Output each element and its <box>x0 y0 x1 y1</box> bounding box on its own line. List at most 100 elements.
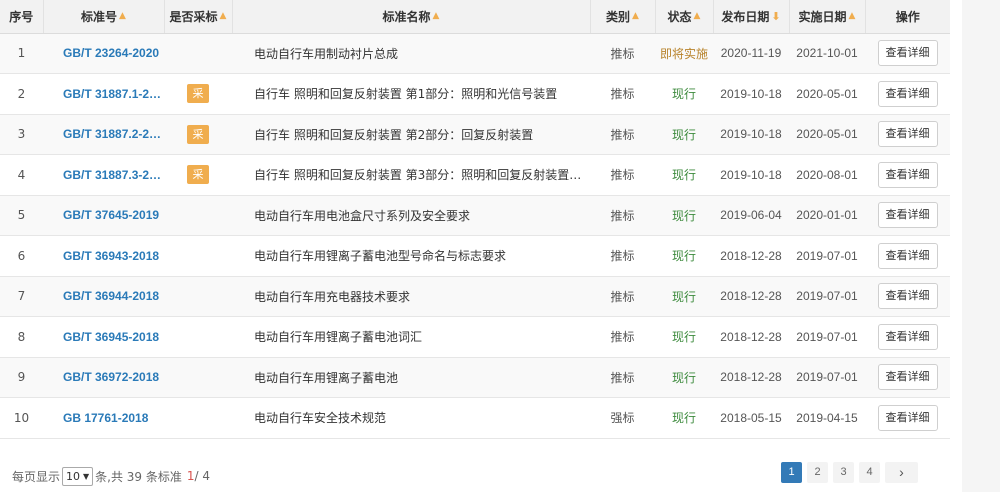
adopt-cell <box>164 317 232 358</box>
standard-code-link[interactable]: GB/T 36945-2018 <box>43 317 164 358</box>
standard-category: 推标 <box>610 168 635 183</box>
status-text: 现行 <box>671 127 696 142</box>
view-details-button[interactable]: 查看详细 <box>877 364 938 391</box>
view-details-button[interactable]: 查看详细 <box>877 40 938 67</box>
action-cell: 查看详细 <box>865 317 950 358</box>
column-header-publish_date[interactable]: 发布日期 ⬇ <box>713 0 790 34</box>
column-header-name[interactable]: 标准名称 ▲ <box>232 0 591 34</box>
effective-date: 2019-07-01 <box>796 370 858 385</box>
caret-down-icon: ▼ <box>83 471 90 481</box>
column-header-label: 标准名称 <box>382 9 431 24</box>
adopt-cell <box>164 33 232 74</box>
standard-code-link[interactable]: GB/T 31887.3-2019 <box>43 155 164 196</box>
action-cell: 查看详细 <box>865 114 950 155</box>
standards-table-container: 序号 标准号 ▲ 是否采标 ▲ 标准名称 ▲ 类别 ▲ 状态 ▲ 发布日期 ⬇ 实施日期 ▲ 操作 1 GB/T… <box>0 0 950 439</box>
view-details-button[interactable]: 查看详细 <box>877 121 938 148</box>
next-page-button[interactable]: › <box>885 462 918 483</box>
status-cell: 现行 <box>655 74 713 115</box>
adopt-badge: 采 <box>187 165 209 185</box>
standard-code-link[interactable]: GB/T 36943-2018 <box>43 236 164 277</box>
standard-category: 推标 <box>610 289 635 304</box>
standards-table: 序号 标准号 ▲ 是否采标 ▲ 标准名称 ▲ 类别 ▲ 状态 ▲ 发布日期 ⬇ 实施日期 ▲ 操作 1 GB/T… <box>0 0 950 439</box>
standard-category: 推标 <box>610 330 635 345</box>
down-arrow-icon[interactable]: ⬇ <box>771 10 780 23</box>
effective-date: 2019-07-01 <box>796 329 858 344</box>
effective-date: 2020-08-01 <box>796 167 858 182</box>
view-details-button[interactable]: 查看详细 <box>877 242 938 269</box>
publish-date: 2019-10-18 <box>720 167 782 182</box>
status-text: 现行 <box>671 370 696 385</box>
standard-code-link[interactable]: GB/T 36944-2018 <box>43 276 164 317</box>
standard-code-link[interactable]: GB/T 31887.2-2019 <box>43 114 164 155</box>
column-header-effective_date[interactable]: 实施日期 ▲ <box>789 0 866 34</box>
table-row: 8 GB/T 36945-2018 电动自行车用锂离子蓄电池词汇 推标 现行 2018-1… <box>0 316 950 358</box>
column-header-label: 状态 <box>667 9 692 24</box>
status-cell: 即将实施 <box>655 33 713 74</box>
column-header-label: 序号 <box>9 9 34 24</box>
status-cell: 现行 <box>655 114 713 155</box>
action-cell: 查看详细 <box>865 276 950 317</box>
standard-code-link[interactable]: GB/T 37645-2019 <box>43 195 164 236</box>
adopt-cell: 采 <box>164 155 232 196</box>
standard-name: 自行车 照明和回复反射装置 第2部分：回复反射装置 <box>254 127 534 142</box>
up-arrow-icon[interactable]: ▲ <box>119 11 126 21</box>
table-row: 9 GB/T 36972-2018 电动自行车用锂离子蓄电池 推标 现行 2018-12-… <box>0 357 950 398</box>
view-details-button[interactable]: 查看详细 <box>877 202 938 229</box>
standard-code-link[interactable]: GB/T 23264-2020 <box>43 33 164 74</box>
adopt-cell <box>164 398 232 439</box>
standard-category: 推标 <box>610 46 635 61</box>
effective-date: 2019-04-15 <box>796 410 858 425</box>
view-details-button[interactable]: 查看详细 <box>877 161 938 188</box>
publish-date: 2020-11-19 <box>720 46 782 61</box>
standard-code-link[interactable]: GB 17761-2018 <box>43 398 164 439</box>
column-header-code[interactable]: 标准号 ▲ <box>43 0 165 34</box>
standard-name: 电动自行车用锂离子蓄电池型号命名与标志要求 <box>254 249 507 264</box>
column-header-adopt[interactable]: 是否采标 ▲ <box>164 0 233 34</box>
action-cell: 查看详细 <box>865 398 950 439</box>
standard-category: 推标 <box>610 87 635 102</box>
column-header-category[interactable]: 类别 ▲ <box>590 0 656 34</box>
publish-date: 2018-12-28 <box>720 329 782 344</box>
page-button-4[interactable]: 4 <box>859 462 880 483</box>
page-size-select[interactable]: 10 ▼ <box>62 466 94 486</box>
table-row: 7 GB/T 36944-2018 电动自行车用充电器技术要求 推标 现行 2018-12… <box>0 276 950 317</box>
column-header-actions: 操作 <box>865 0 950 34</box>
status-text: 现行 <box>671 208 696 223</box>
action-cell: 查看详细 <box>865 33 950 74</box>
adopt-cell: 采 <box>164 114 232 155</box>
page-button-1[interactable]: 1 <box>781 462 802 483</box>
status-cell: 现行 <box>655 236 713 277</box>
table-row: 10 GB 17761-2018 电动自行车安全技术规范 强标 现行 2018-05-15… <box>0 397 950 439</box>
page-button-3[interactable]: 3 <box>833 462 854 483</box>
standard-code-link[interactable]: GB/T 31887.1-2019 <box>43 74 164 115</box>
row-seq: 7 <box>17 289 26 304</box>
total-pages-indicator: / 4 <box>194 469 211 483</box>
standard-name: 自行车 照明和回复反射装置 第3部分：照明和回复反射装置的... <box>254 168 590 183</box>
adopt-cell: 采 <box>164 74 232 115</box>
action-cell: 查看详细 <box>865 195 950 236</box>
up-arrow-icon[interactable]: ▲ <box>632 11 639 21</box>
up-arrow-icon[interactable]: ▲ <box>694 11 701 21</box>
standard-name: 电动自行车安全技术规范 <box>254 411 387 426</box>
standard-name: 电动自行车用锂离子蓄电池 <box>254 370 399 385</box>
page-button-2[interactable]: 2 <box>807 462 828 483</box>
view-details-button[interactable]: 查看详细 <box>877 323 938 350</box>
view-details-button[interactable]: 查看详细 <box>877 404 938 431</box>
up-arrow-icon[interactable]: ▲ <box>849 11 856 21</box>
table-footer-info: 每页显示 10 ▼ 条,共 39 条标准 1 / 4 <box>12 466 211 486</box>
current-page-indicator: 1 <box>186 469 195 483</box>
column-header-status[interactable]: 状态 ▲ <box>655 0 714 34</box>
publish-date: 2019-10-18 <box>720 127 782 142</box>
up-arrow-icon[interactable]: ▲ <box>220 11 227 21</box>
standard-name: 电动自行车用充电器技术要求 <box>254 289 411 304</box>
status-cell: 现行 <box>655 276 713 317</box>
effective-date: 2019-07-01 <box>796 289 858 304</box>
view-details-button[interactable]: 查看详细 <box>877 283 938 310</box>
standard-code-link[interactable]: GB/T 36972-2018 <box>43 357 164 398</box>
up-arrow-icon[interactable]: ▲ <box>433 11 440 21</box>
view-details-button[interactable]: 查看详细 <box>877 80 938 107</box>
adopt-cell <box>164 276 232 317</box>
status-cell: 现行 <box>655 357 713 398</box>
status-cell: 现行 <box>655 317 713 358</box>
standard-name: 自行车 照明和回复反射装置 第1部分：照明和光信号装置 <box>254 87 558 102</box>
